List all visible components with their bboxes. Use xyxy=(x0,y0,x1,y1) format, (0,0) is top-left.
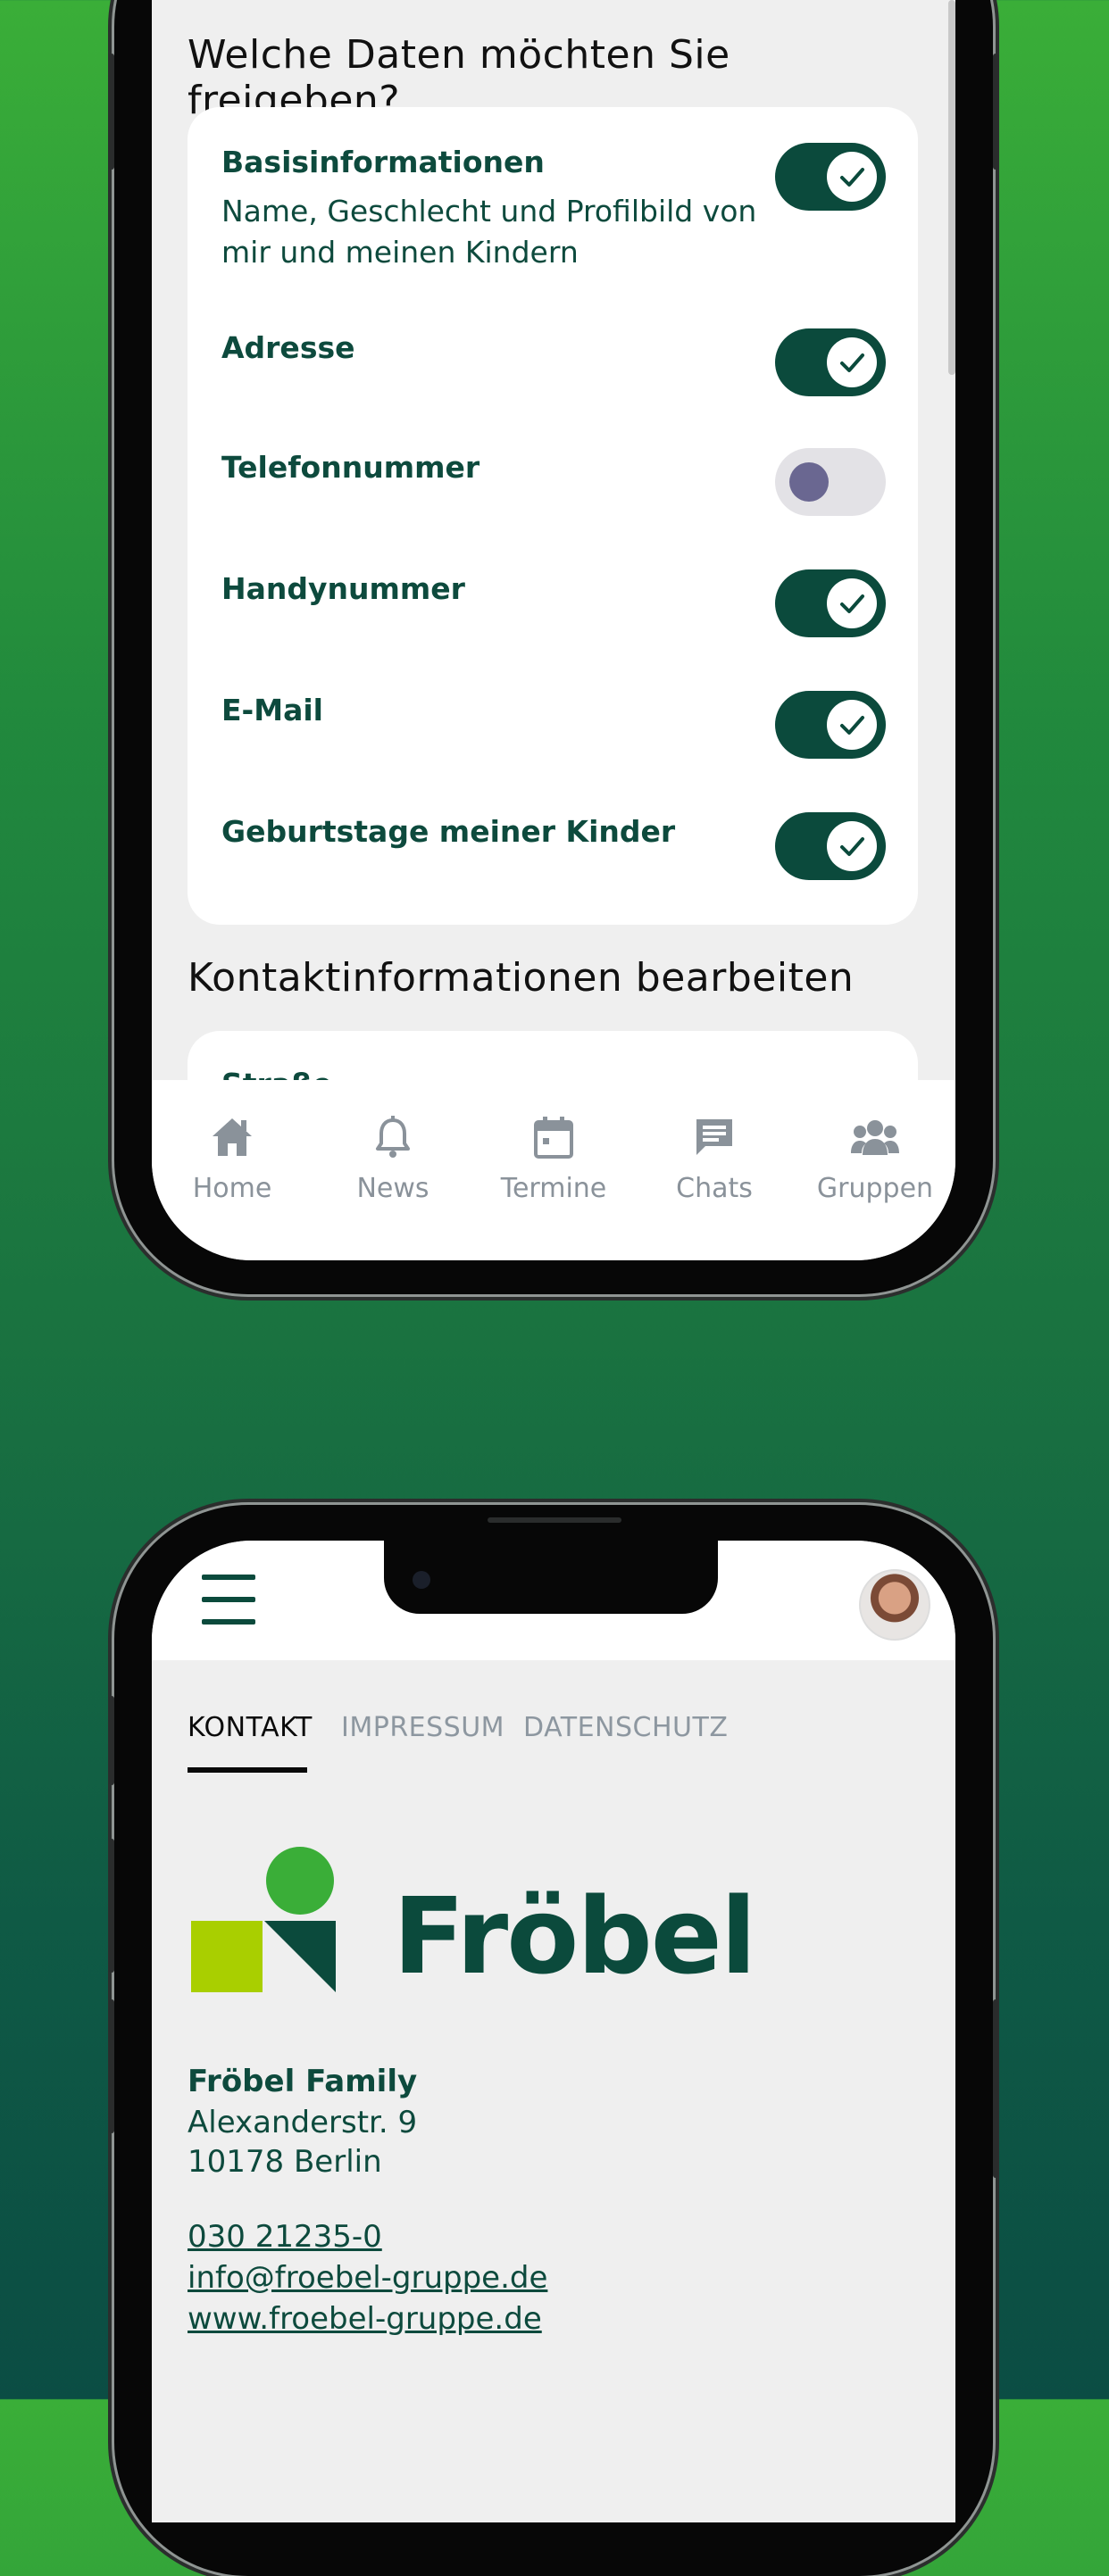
tab-home[interactable]: Home xyxy=(152,1112,313,1204)
toggle-knob xyxy=(827,578,877,628)
tab-news[interactable]: News xyxy=(313,1112,473,1204)
share-item-label: Telefonnummer xyxy=(221,450,480,485)
share-item-label: Handynummer xyxy=(221,571,465,606)
share-item-label: Geburtstage meiner Kinder xyxy=(221,814,676,849)
phone-side-button xyxy=(109,1696,114,1785)
bottom-tab-bar: Home News Termine Chats Gruppen xyxy=(152,1080,955,1260)
phone-side-button xyxy=(993,54,998,170)
edit-section-title: Kontaktinformationen bearbeiten xyxy=(188,955,855,1001)
device-notch xyxy=(384,1541,718,1614)
active-tab-indicator xyxy=(188,1767,307,1773)
tab-kontakt[interactable]: KONTAKT xyxy=(188,1712,313,1743)
toggle-knob xyxy=(827,337,877,387)
phone-speaker xyxy=(488,1517,621,1523)
check-icon xyxy=(840,594,864,613)
user-avatar[interactable] xyxy=(859,1569,930,1641)
city-address: 10178 Berlin xyxy=(188,2144,382,2180)
website-link[interactable]: www.froebel-gruppe.de xyxy=(188,2301,542,2337)
toggle-handynummer[interactable] xyxy=(775,569,886,637)
share-item-label: E-Mail xyxy=(221,693,323,727)
check-icon xyxy=(840,168,864,187)
phone-side-button xyxy=(993,1999,998,2178)
toggle-knob xyxy=(789,462,829,502)
phone-side-button xyxy=(109,54,114,170)
phone-side-button xyxy=(109,1839,114,1973)
front-camera xyxy=(413,1571,430,1589)
home-icon xyxy=(152,1112,313,1162)
check-icon xyxy=(840,837,864,856)
tab-label: Home xyxy=(192,1173,272,1204)
froebel-logo-mark xyxy=(189,1846,338,1999)
tab-label: Termine xyxy=(500,1173,607,1204)
email-link[interactable]: info@froebel-gruppe.de xyxy=(188,2260,547,2296)
group-icon xyxy=(795,1112,955,1162)
tab-datenschutz[interactable]: DATENSCHUTZ xyxy=(523,1712,728,1743)
toggle-telefonnummer[interactable] xyxy=(775,448,886,516)
tab-termine[interactable]: Termine xyxy=(473,1112,634,1204)
tab-gruppen[interactable]: Gruppen xyxy=(795,1112,955,1204)
toggle-geburtstage[interactable] xyxy=(775,812,886,880)
toggle-email[interactable] xyxy=(775,691,886,759)
tab-impressum[interactable]: IMPRESSUM xyxy=(341,1712,504,1743)
check-icon xyxy=(840,353,864,372)
froebel-logo-text: Fröbel xyxy=(393,1874,756,1998)
share-item-label: Adresse xyxy=(221,330,355,365)
share-item-label: Basisinformationen xyxy=(221,145,545,179)
share-item-description: Name, Geschlecht und Profilbild von mir … xyxy=(221,194,757,270)
company-name: Fröbel Family xyxy=(188,2064,418,2099)
calendar-icon xyxy=(473,1112,634,1162)
tab-chats[interactable]: Chats xyxy=(634,1112,795,1204)
chat-icon xyxy=(634,1112,795,1162)
screen-share-settings: Welche Daten möchten Sie freigeben? Basi… xyxy=(152,0,955,1260)
toggle-knob xyxy=(827,152,877,202)
toggle-knob xyxy=(827,821,877,871)
street-address: Alexanderstr. 9 xyxy=(188,2105,418,2140)
toggle-knob xyxy=(827,700,877,750)
bell-icon xyxy=(313,1112,473,1162)
check-icon xyxy=(840,716,864,735)
tab-label: Chats xyxy=(676,1173,753,1204)
hamburger-menu-icon[interactable] xyxy=(202,1575,255,1625)
tab-label: News xyxy=(356,1173,429,1204)
phone-link[interactable]: 030 21235-0 xyxy=(188,2219,382,2255)
toggle-adresse[interactable] xyxy=(775,328,886,396)
tab-label: Gruppen xyxy=(816,1173,934,1204)
toggle-basisinformationen[interactable] xyxy=(775,143,886,211)
screen-contact: KONTAKT IMPRESSUM DATENSCHUTZ Fröbel Frö… xyxy=(152,1541,955,2522)
phone-side-button xyxy=(109,1999,114,2133)
